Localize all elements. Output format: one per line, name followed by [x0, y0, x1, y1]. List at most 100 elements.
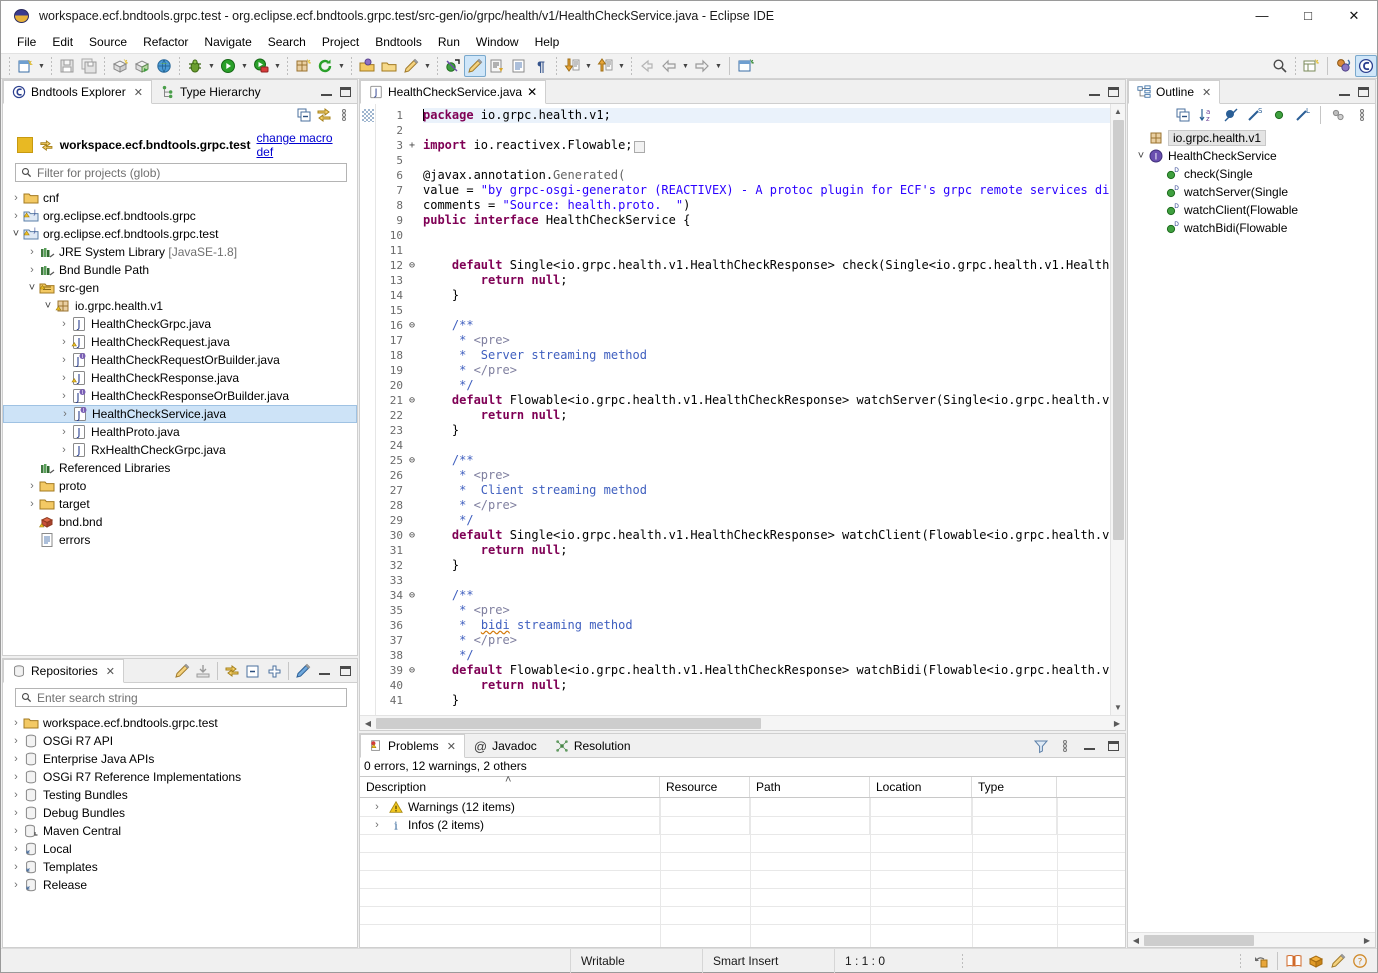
maximize-icon[interactable]: [1104, 83, 1122, 101]
hide-fields-icon[interactable]: [1222, 106, 1240, 124]
twisty-icon[interactable]: ›: [57, 369, 71, 387]
tab-type-hierarchy[interactable]: Type Hierarchy: [151, 80, 270, 103]
repository-item[interactable]: › Templates: [3, 858, 357, 876]
close-button[interactable]: ✕: [1331, 1, 1377, 31]
run-icon[interactable]: [217, 55, 239, 77]
tree-item[interactable]: ˅ src-gen: [3, 279, 357, 297]
twisty-icon[interactable]: ›: [9, 714, 23, 732]
scroll-down-icon[interactable]: ▼: [1111, 700, 1126, 715]
outline-horizontal-scrollbar[interactable]: ◀ ▶: [1128, 932, 1375, 947]
fold-marker[interactable]: ⊖: [406, 588, 418, 603]
repository-item[interactable]: › OSGi R7 Reference Implementations: [3, 768, 357, 786]
tree-item[interactable]: › J I HealthCheckRequestOrBuilder.java: [3, 351, 357, 369]
tree-item[interactable]: bnd.bnd: [3, 513, 357, 531]
menu-bndtools[interactable]: Bndtools: [367, 33, 430, 51]
menu-project[interactable]: Project: [314, 33, 367, 51]
menu-source[interactable]: Source: [81, 33, 135, 51]
pencil-icon[interactable]: [1329, 952, 1347, 970]
back-icon[interactable]: [636, 55, 658, 77]
forward-history-dropdown[interactable]: ▼: [713, 55, 724, 77]
problems-row[interactable]: › Warnings (12 items): [360, 798, 1125, 816]
fold-marker[interactable]: [406, 333, 418, 348]
fold-marker[interactable]: [406, 378, 418, 393]
tree-item[interactable]: › Bnd Bundle Path: [3, 261, 357, 279]
help-icon[interactable]: ?: [1351, 952, 1369, 970]
maximize-icon[interactable]: [1104, 737, 1122, 755]
fold-marker[interactable]: [406, 498, 418, 513]
editor-horizontal-scrollbar[interactable]: ◀ ▶: [360, 715, 1125, 730]
close-icon[interactable]: ✕: [447, 740, 456, 753]
twisty-icon[interactable]: [1150, 219, 1164, 237]
fold-marker[interactable]: [406, 648, 418, 663]
repository-search-input[interactable]: Enter search string: [15, 688, 347, 707]
new-wizard-dropdown[interactable]: ▼: [36, 55, 47, 77]
fold-marker[interactable]: [406, 438, 418, 453]
view-menu-more-icon[interactable]: [1329, 106, 1347, 124]
editor-vertical-scrollbar[interactable]: ▲ ▼: [1110, 104, 1125, 715]
back-history-icon[interactable]: [658, 55, 680, 77]
scrollbar-thumb[interactable]: [376, 717, 761, 729]
scroll-left-icon[interactable]: ◀: [360, 719, 376, 728]
menu-window[interactable]: Window: [468, 33, 527, 51]
add-repo-icon[interactable]: [173, 662, 191, 680]
fold-marker[interactable]: ⊖: [406, 258, 418, 273]
editor-marker-ruler[interactable]: [360, 104, 376, 715]
twisty-icon[interactable]: ›: [9, 732, 23, 750]
repository-item[interactable]: › OSGi R7 API: [3, 732, 357, 750]
view-menu-icon[interactable]: [335, 106, 353, 124]
close-icon[interactable]: ✕: [527, 85, 537, 99]
fold-marker[interactable]: [406, 573, 418, 588]
outline-item[interactable]: Dcheck(Single: [1128, 165, 1375, 183]
debug-icon[interactable]: [184, 55, 206, 77]
fold-marker[interactable]: [406, 153, 418, 168]
download-icon[interactable]: [194, 662, 212, 680]
project-filter-input[interactable]: Filter for projects (glob): [15, 163, 347, 182]
twisty-icon[interactable]: ›: [57, 423, 71, 441]
tab-outline[interactable]: Outline ✕: [1128, 80, 1221, 104]
fold-marker[interactable]: [406, 618, 418, 633]
fold-marker[interactable]: [406, 423, 418, 438]
fold-marker[interactable]: [406, 108, 418, 123]
twisty-icon[interactable]: ›: [57, 315, 71, 333]
fold-marker[interactable]: [406, 483, 418, 498]
next-edit-icon[interactable]: [561, 55, 583, 77]
twisty-icon[interactable]: ›: [9, 804, 23, 822]
twisty-icon[interactable]: ›: [57, 333, 71, 351]
twisty-icon[interactable]: [1150, 165, 1164, 183]
view-menu-icon[interactable]: [1056, 737, 1074, 755]
collapse-all-icon[interactable]: [295, 106, 313, 124]
save-icon[interactable]: [56, 55, 78, 77]
globe-icon[interactable]: [153, 55, 175, 77]
tree-item-selected[interactable]: › J I HealthCheckService.java: [3, 405, 357, 423]
outline-item[interactable]: DwatchClient(Flowable: [1128, 201, 1375, 219]
tree-item[interactable]: ˅ io.grpc.health.v1: [3, 297, 357, 315]
menu-search[interactable]: Search: [260, 33, 314, 51]
twisty-icon[interactable]: ˅: [1134, 147, 1148, 165]
twisty-icon[interactable]: ›: [9, 189, 23, 207]
maximize-icon[interactable]: [336, 83, 354, 101]
menu-run[interactable]: Run: [430, 33, 468, 51]
editor-folding-ruler[interactable]: + ⊖ ⊖ ⊖ ⊖ ⊖ ⊖ ⊖: [406, 104, 418, 715]
twisty-icon[interactable]: [1150, 201, 1164, 219]
tree-item[interactable]: Referenced Libraries: [3, 459, 357, 477]
tab-healthcheckservice-java[interactable]: J HealthCheckService.java ✕: [360, 80, 547, 104]
back-history-dropdown[interactable]: ▼: [680, 55, 691, 77]
column-header-path[interactable]: Path: [750, 777, 870, 797]
close-icon[interactable]: ✕: [1202, 86, 1211, 99]
hide-static-icon[interactable]: S: [1246, 106, 1264, 124]
twisty-icon[interactable]: ›: [9, 750, 23, 768]
twisty-icon[interactable]: ›: [57, 351, 71, 369]
twisty-icon[interactable]: ›: [25, 261, 39, 279]
twisty-icon[interactable]: [25, 459, 39, 477]
twisty-icon[interactable]: [25, 513, 39, 531]
bnd-icon[interactable]: [1307, 952, 1325, 970]
menu-edit[interactable]: Edit: [44, 33, 81, 51]
menu-help[interactable]: Help: [527, 33, 568, 51]
expand-all-icon[interactable]: [265, 662, 283, 680]
outline-item[interactable]: io.grpc.health.v1: [1128, 129, 1375, 147]
menu-refactor[interactable]: Refactor: [135, 33, 196, 51]
maximize-icon[interactable]: [336, 662, 354, 680]
close-icon[interactable]: ✕: [106, 665, 115, 678]
pencil-icon[interactable]: [400, 55, 422, 77]
maximize-icon[interactable]: [1354, 83, 1372, 101]
